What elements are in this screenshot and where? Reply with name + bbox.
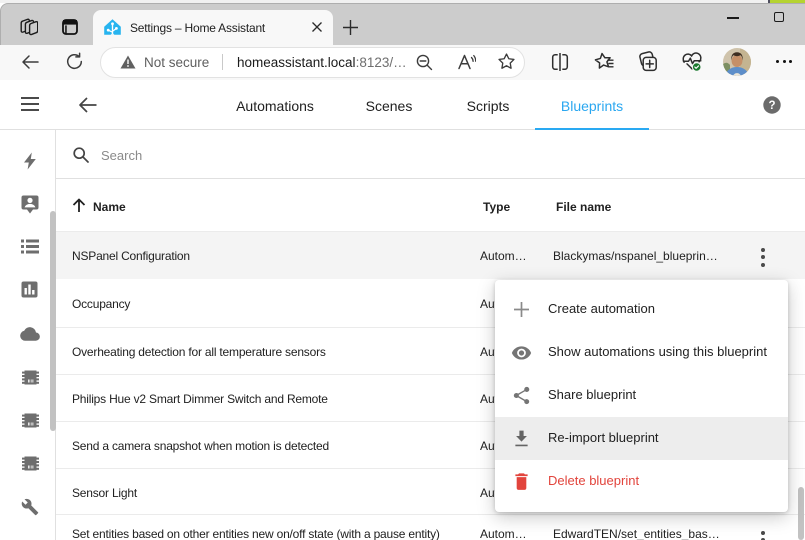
svg-text:?: ? xyxy=(768,100,775,112)
